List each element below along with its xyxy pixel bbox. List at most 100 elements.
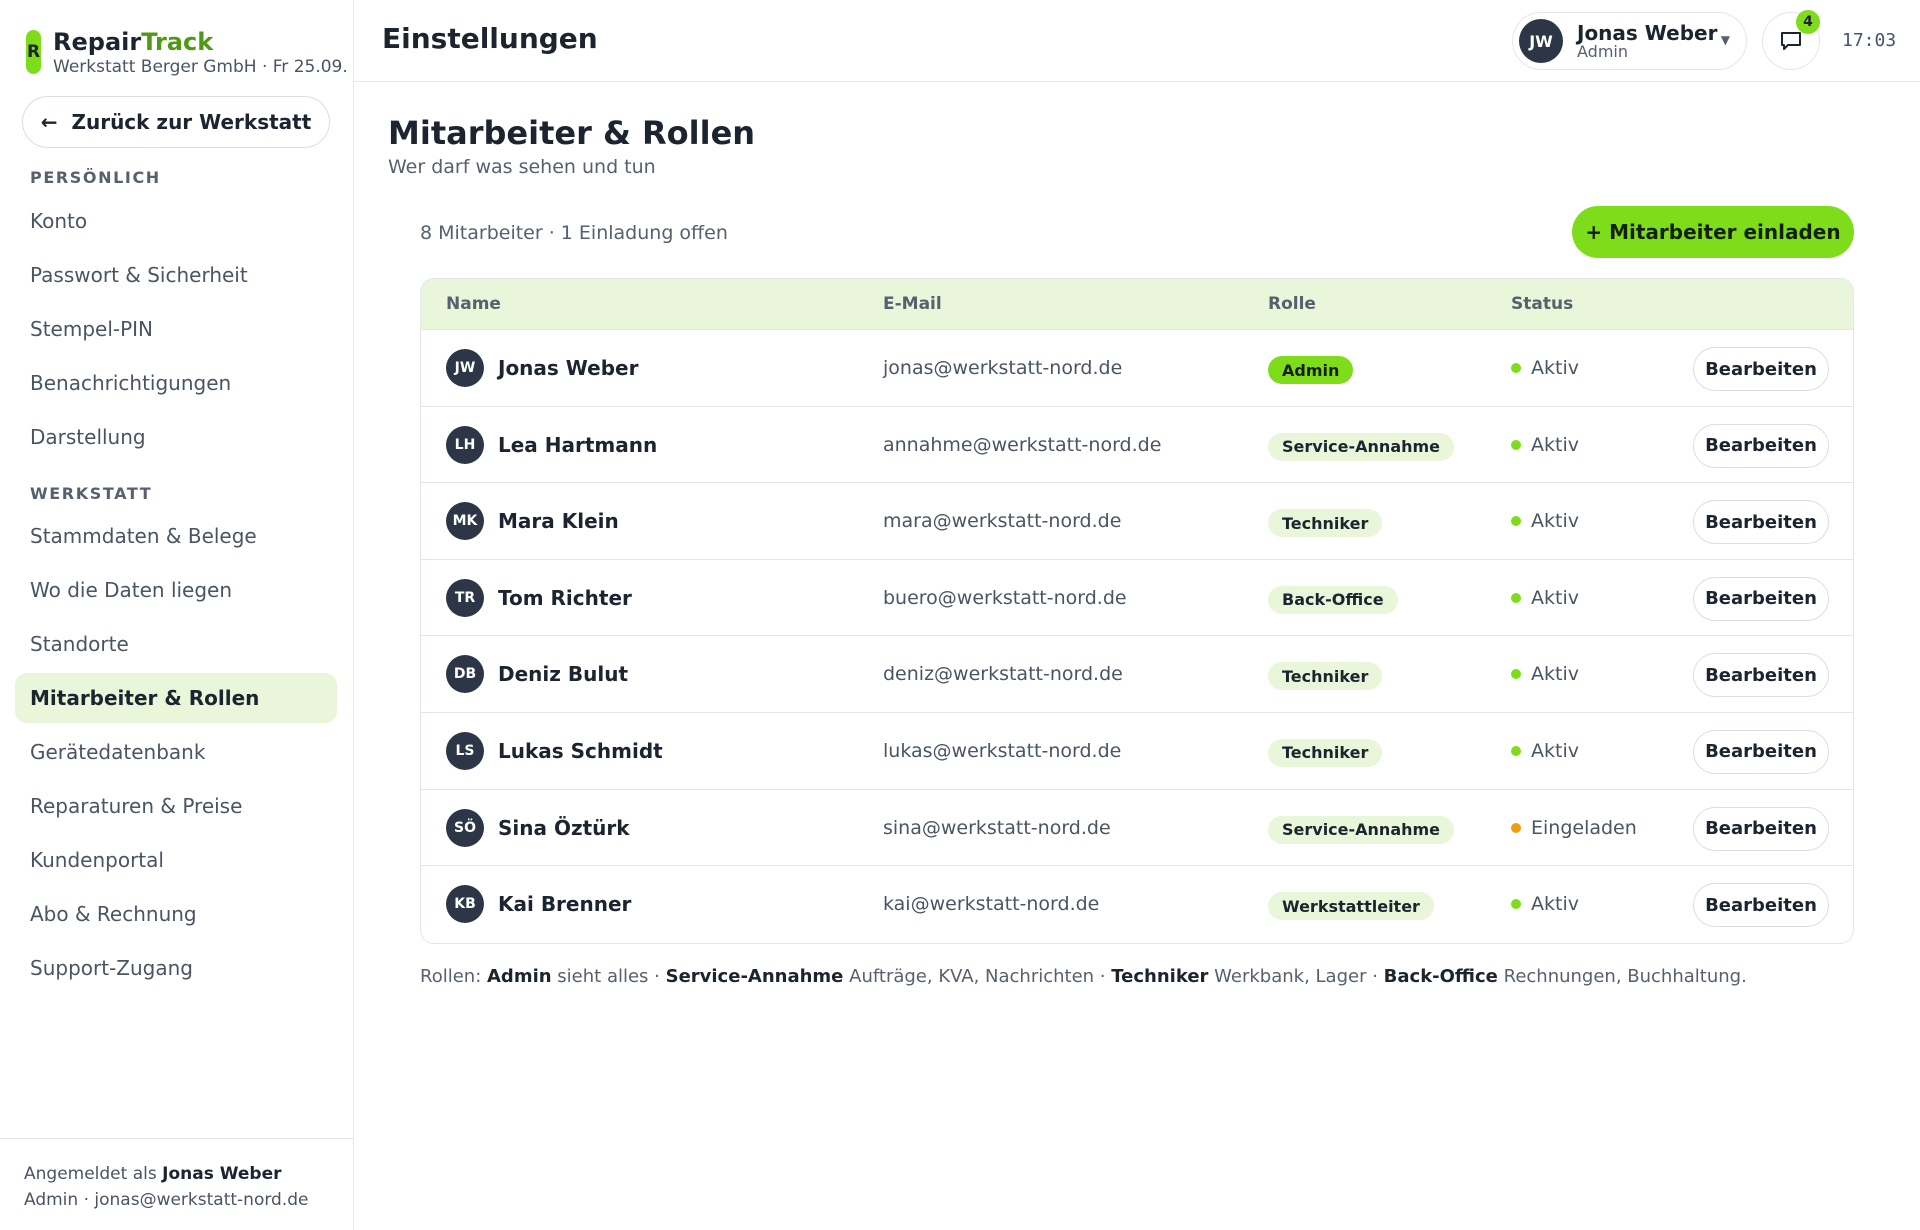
role-badge: Service-Annahme (1268, 432, 1455, 461)
table-body: JW Jonas Weber jonas@werkstatt-nord.de Admi… (421, 330, 1853, 943)
sidebar-item-mitarbeiter[interactable]: Mitarbeiter & Rollen (15, 673, 337, 723)
chat-bubble-icon (1781, 32, 1801, 50)
status-dot-icon (1511, 516, 1521, 527)
sidebar-item-darstellung[interactable]: Darstellung (15, 412, 337, 462)
table-row: JW Jonas Weber jonas@werkstatt-nord.de Admi… (421, 330, 1853, 407)
legend-desc-admin: sieht alles · (557, 966, 660, 987)
status-dot-icon (1511, 669, 1521, 680)
legend-desc-service: Aufträge, KVA, Nachrichten · (849, 966, 1106, 987)
role-badge: Admin (1268, 356, 1354, 384)
table-row: MK Mara Klein mara@werkstatt-nord.de Techni… (421, 483, 1853, 560)
brand-subtitle: Werkstatt Berger GmbH · Fr 25.09. (53, 57, 348, 77)
legend-desc-backoffice: Rechnungen, Buchhaltung. (1503, 966, 1747, 987)
status-label: Eingeladen (1531, 816, 1637, 839)
sidebar-item-benachrichtigungen[interactable]: Benachrichtigungen (15, 358, 337, 408)
status-dot-icon (1511, 899, 1521, 910)
arrow-left-icon: ← (40, 110, 58, 134)
status-badge: Aktiv (1511, 510, 1579, 532)
messages-button[interactable]: 4 (1762, 10, 1820, 70)
edit-button[interactable]: Bearbeiten (1693, 500, 1829, 545)
status-label: Aktiv (1531, 510, 1579, 533)
edit-button[interactable]: Bearbeiten (1693, 729, 1829, 774)
invite-staff-button[interactable]: + Mitarbeiter einladen (1572, 206, 1854, 258)
status-badge: Eingeladen (1511, 817, 1637, 839)
column-header-status[interactable]: Status (1511, 294, 1573, 314)
edit-button[interactable]: Bearbeiten (1693, 883, 1829, 928)
staff-name: Sina Öztürk (498, 815, 630, 840)
staff-email: annahme@werkstatt-nord.de (883, 433, 1162, 456)
role-badge: Techniker (1268, 738, 1383, 767)
staff-name: Kai Brenner (498, 892, 632, 917)
staff-email: sina@werkstatt-nord.de (883, 816, 1111, 839)
staff-name: Jonas Weber (498, 356, 639, 380)
back-to-workshop-button[interactable]: ← Zurück zur Werkstatt (22, 96, 330, 148)
status-dot-icon (1511, 363, 1521, 373)
edit-button[interactable]: Bearbeiten (1693, 576, 1829, 621)
column-header-name[interactable]: Name (446, 294, 501, 314)
chevron-down-icon: ▼ (1720, 33, 1730, 47)
sidebar-item-reparaturen[interactable]: Reparaturen & Preise (15, 781, 337, 831)
back-label: Zurück zur Werkstatt (71, 110, 312, 134)
table-row: TR Tom Richter buero@werkstatt-nord.de Back… (421, 560, 1853, 637)
sidebar-footer: Angemeldet als Jonas Weber Admin · jonas… (0, 1138, 353, 1230)
legend-role-service: Service-Annahme (665, 966, 844, 987)
user-role: Admin (1577, 41, 1628, 61)
avatar: JW (1519, 19, 1563, 63)
role-badge: Werkstattleiter (1268, 892, 1434, 921)
status-badge: Aktiv (1511, 587, 1579, 609)
edit-button[interactable]: Bearbeiten (1693, 347, 1829, 391)
page-title: Einstellungen (382, 22, 598, 55)
status-label: Aktiv (1531, 433, 1579, 456)
staff-email: deniz@werkstatt-nord.de (883, 663, 1123, 686)
logged-in-user: Jonas Weber (162, 1164, 282, 1184)
status-badge: Aktiv (1511, 357, 1579, 379)
staff-name: Tom Richter (498, 585, 632, 610)
role-badge: Back-Office (1268, 585, 1398, 614)
staff-name: Lea Hartmann (498, 432, 658, 457)
sidebar-item-abo[interactable]: Abo & Rechnung (15, 889, 337, 939)
logged-in-line: Angemeldet als Jonas Weber (24, 1161, 353, 1187)
edit-button[interactable]: Bearbeiten (1693, 653, 1829, 698)
status-label: Aktiv (1531, 357, 1579, 379)
status-dot-icon (1511, 822, 1521, 833)
sidebar-item-passwort[interactable]: Passwort & Sicherheit (15, 250, 337, 300)
staff-name: Mara Klein (498, 509, 619, 534)
staff-count: 8 Mitarbeiter · 1 Einladung offen (420, 222, 728, 244)
brand-name-part: Repair (53, 28, 142, 56)
staff-name: Deniz Bulut (498, 662, 628, 687)
section-subtitle: Wer darf was sehen und tun (388, 156, 656, 178)
status-dot-icon (1511, 439, 1521, 450)
column-header-email[interactable]: E-Mail (883, 294, 942, 314)
avatar: JW (446, 349, 484, 387)
nav-section-personal: PERSÖNLICH (30, 168, 161, 187)
column-header-role[interactable]: Rolle (1268, 294, 1316, 314)
sidebar-item-support[interactable]: Support-Zugang (15, 943, 337, 993)
section-title: Mitarbeiter & Rollen (388, 114, 756, 152)
table-row: LH Lea Hartmann annahme@werkstatt-nord.de S… (421, 407, 1853, 484)
brand-name: RepairTrack (53, 28, 348, 56)
status-badge: Aktiv (1511, 434, 1579, 456)
sidebar-item-kundenportal[interactable]: Kundenportal (15, 835, 337, 885)
sidebar-item-konto[interactable]: Konto (15, 196, 337, 246)
role-badge: Service-Annahme (1268, 815, 1455, 844)
role-badge: Techniker (1268, 662, 1383, 691)
legend-desc-techniker: Werkbank, Lager · (1214, 966, 1378, 987)
brand[interactable]: R RepairTrack Werkstatt Berger GmbH · Fr… (26, 28, 348, 78)
staff-email: mara@werkstatt-nord.de (883, 510, 1122, 533)
topbar: Einstellungen JW Jonas Weber Admin ▼ 4 1… (354, 0, 1920, 82)
sidebar-item-geraetedatenbank[interactable]: Gerätedatenbank (15, 727, 337, 777)
legend-role-admin: Admin (487, 966, 552, 987)
table-row: KB Kai Brenner kai@werkstatt-nord.de Werkst… (421, 866, 1853, 943)
roles-legend: Rollen: Admin sieht alles · Service-Anna… (420, 966, 1747, 987)
edit-button[interactable]: Bearbeiten (1693, 806, 1829, 851)
legend-role-techniker: Techniker (1111, 966, 1209, 987)
sidebar-item-stammdaten[interactable]: Stammdaten & Belege (15, 511, 337, 561)
staff-name: Lukas Schmidt (498, 738, 663, 763)
table-row: LS Lukas Schmidt lukas@werkstatt-nord.de Te… (421, 713, 1853, 790)
sidebar-item-datenstandort[interactable]: Wo die Daten liegen (15, 565, 337, 615)
sidebar-item-standorte[interactable]: Standorte (15, 619, 337, 669)
sidebar-item-stempel-pin[interactable]: Stempel-PIN (15, 304, 337, 354)
legend-role-backoffice: Back-Office (1383, 966, 1498, 987)
user-menu[interactable]: JW Jonas Weber Admin ▼ (1512, 12, 1747, 70)
edit-button[interactable]: Bearbeiten (1693, 423, 1829, 468)
